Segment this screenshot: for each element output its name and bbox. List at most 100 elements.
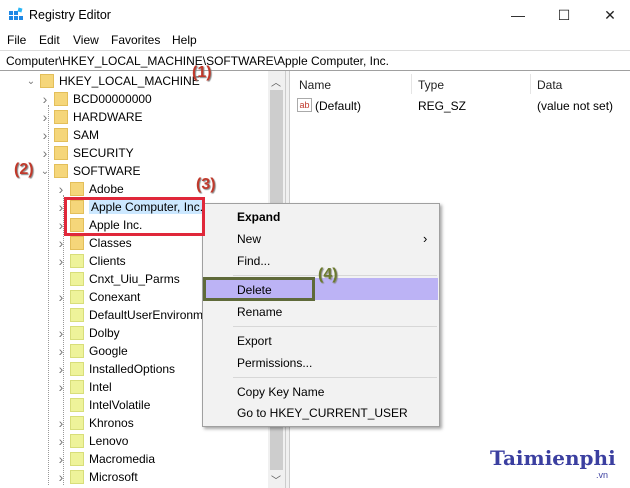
menu-item-expand[interactable]: Expand [237,210,280,224]
submenu-arrow-icon: › [423,231,428,246]
chevron-right-icon[interactable]: › [56,361,66,377]
folder-icon [70,182,84,196]
tree-node-label: HKEY_LOCAL_MACHINE [59,74,200,88]
menu-item-new[interactable]: New [237,232,261,246]
menu-item-copy-key-name[interactable]: Copy Key Name [237,385,324,399]
minimize-button[interactable]: — [495,0,541,30]
chevron-down-icon[interactable]: ⌄ [40,166,50,177]
tree-node-label: DefaultUserEnvironm [89,308,204,322]
tree-node[interactable]: › Google [56,342,128,360]
tree-node[interactable]: IntelVolatile [56,396,150,414]
chevron-right-icon[interactable]: › [56,379,66,395]
value-name[interactable]: (Default) [315,99,361,113]
chevron-right-icon[interactable]: › [56,181,66,197]
tree-node[interactable]: ⌄ SOFTWARE [40,162,141,180]
folder-icon [70,290,84,304]
scroll-up-icon[interactable]: ︿ [271,74,281,89]
chevron-down-icon[interactable]: ⌄ [26,76,36,87]
chevron-right-icon[interactable]: › [56,235,66,251]
tree-node[interactable]: › Lenovo [56,432,129,450]
menu-edit[interactable]: Edit [39,33,60,47]
watermark-logo: Taimienphi [490,446,616,470]
chevron-right-icon[interactable]: › [40,127,50,143]
menu-view[interactable]: View [73,33,99,47]
tree-node[interactable]: › Clients [56,252,126,270]
folder-icon [70,326,84,340]
watermark-domain: .vn [596,470,609,480]
chevron-right-icon[interactable]: › [40,91,50,107]
menu-item-export[interactable]: Export [237,334,272,348]
tree-node[interactable]: › HARDWARE [40,108,143,126]
tree-node[interactable]: › SAM [40,126,99,144]
tree-node-label: HARDWARE [73,110,143,124]
tree-node-label: Macromedia [89,452,156,466]
chevron-right-icon[interactable]: › [56,451,66,467]
maximize-button[interactable]: ☐ [541,0,587,30]
column-divider [530,74,531,94]
menu-item-goto-hkcu[interactable]: Go to HKEY_CURRENT_USER [237,406,408,420]
tree-node-label: SECURITY [73,146,134,160]
chevron-right-icon[interactable]: › [56,469,66,485]
folder-icon [70,254,84,268]
folder-icon [70,470,84,484]
tree-node[interactable]: DefaultUserEnvironm [56,306,203,324]
string-value-icon: ab [297,98,312,112]
chevron-right-icon[interactable]: › [56,253,66,269]
folder-icon [54,164,68,178]
tree-node[interactable]: › Adobe [56,180,124,198]
annotation-4: (4) [318,266,338,283]
chevron-right-icon[interactable]: › [40,109,50,125]
chevron-right-icon[interactable]: › [56,289,66,305]
folder-icon [70,308,84,322]
folder-icon [70,398,84,412]
tree-node[interactable]: › Khronos [56,414,134,432]
tree-node[interactable]: › BCD00000000 [40,90,152,108]
folder-icon [70,344,84,358]
tree-node[interactable]: › Dolby [56,324,120,342]
menu-item-find[interactable]: Find... [237,254,270,268]
value-type: REG_SZ [418,99,467,113]
menu-separator [233,326,437,327]
folder-icon [54,110,68,124]
registry-editor-icon [9,7,23,20]
column-divider [411,74,412,94]
tree-node-label: SAM [73,128,100,142]
folder-icon [54,146,68,160]
column-header-type[interactable]: Type [418,78,444,92]
tree-node[interactable]: Cnxt_Uiu_Parms [56,270,180,288]
annotation-3: (3) [196,176,216,193]
tree-node[interactable]: ⌄ HKEY_LOCAL_MACHINE [26,72,200,90]
menu-item-permissions[interactable]: Permissions... [237,356,312,370]
scroll-down-icon[interactable]: ﹀ [271,472,281,487]
tree-node-label: Clients [89,254,126,268]
chevron-right-icon[interactable]: › [56,415,66,431]
annotation-1: (1) [192,64,212,81]
chevron-right-icon[interactable]: › [40,145,50,161]
menu-favorites[interactable]: Favorites [111,33,160,47]
tree-node[interactable]: › InstalledOptions [56,360,175,378]
menu-file[interactable]: File [7,33,26,47]
tree-node[interactable]: › Classes [56,234,132,252]
column-header-data[interactable]: Data [537,78,562,92]
context-menu: Expand New › Find... Delete Rename Expor… [202,203,440,427]
tree-node[interactable]: › Microsoft [56,468,138,486]
tree-node[interactable]: › SECURITY [40,144,134,162]
tree-node-label: Dolby [89,326,120,340]
folder-icon [40,74,54,88]
tree-node-label: InstalledOptions [89,362,176,376]
chevron-right-icon[interactable]: › [56,325,66,341]
chevron-right-icon[interactable]: › [56,343,66,359]
tree-node[interactable]: › Macromedia [56,450,155,468]
tree-node[interactable]: › Intel [56,378,112,396]
tree-node[interactable]: › Conexant [56,288,141,306]
folder-icon [70,362,84,376]
folder-icon [70,236,84,250]
close-button[interactable]: ✕ [587,0,630,30]
menu-help[interactable]: Help [172,33,197,47]
address-bar[interactable]: Computer\HKEY_LOCAL_MACHINE\SOFTWARE\App… [0,50,630,71]
chevron-right-icon[interactable]: › [56,433,66,449]
column-header-name[interactable]: Name [299,78,331,92]
menu-item-rename[interactable]: Rename [237,305,282,319]
tree-node-label: BCD00000000 [73,92,152,106]
tree-node-label: Adobe [89,182,124,196]
